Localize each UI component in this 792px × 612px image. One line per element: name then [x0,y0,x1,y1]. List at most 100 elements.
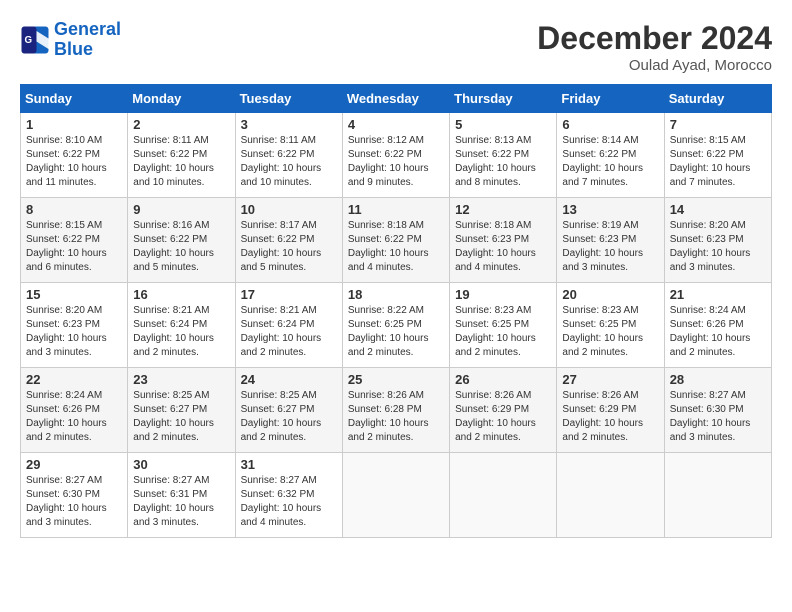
day-number: 24 [241,372,337,387]
svg-text:G: G [24,35,32,46]
day-info: Sunrise: 8:10 AM Sunset: 6:22 PM Dayligh… [26,134,122,190]
calendar-cell: 29 Sunrise: 8:27 AM Sunset: 6:30 PM Dayli… [21,453,128,538]
calendar-cell: 24 Sunrise: 8:25 AM Sunset: 6:27 PM Dayli… [235,368,342,453]
calendar-week-row: 1 Sunrise: 8:10 AM Sunset: 6:22 PM Daylig… [21,113,772,198]
calendar-cell: 22Sunrise: 8:24 AM Sunset: 6:26 PM Dayli… [21,368,128,453]
logo: G General Blue [20,20,121,60]
day-number: 6 [562,117,658,132]
calendar-cell: 26 Sunrise: 8:26 AM Sunset: 6:29 PM Dayli… [450,368,557,453]
day-info: Sunrise: 8:20 AM Sunset: 6:23 PM Dayligh… [26,304,122,360]
calendar-week-row: 29 Sunrise: 8:27 AM Sunset: 6:30 PM Dayli… [21,453,772,538]
calendar-cell [450,453,557,538]
header-day-tuesday: Tuesday [235,85,342,113]
day-number: 26 [455,372,551,387]
day-number: 15 [26,287,122,302]
day-info: Sunrise: 8:17 AM Sunset: 6:22 PM Dayligh… [241,219,337,275]
day-info: Sunrise: 8:26 AM Sunset: 6:29 PM Dayligh… [455,389,551,445]
day-number: 20 [562,287,658,302]
logo-icon: G [20,25,50,55]
calendar-cell: 3Sunrise: 8:11 AM Sunset: 6:22 PM Daylig… [235,113,342,198]
day-number: 13 [562,202,658,217]
day-info: Sunrise: 8:21 AM Sunset: 6:24 PM Dayligh… [133,304,229,360]
day-number: 31 [241,457,337,472]
calendar-cell: 1 Sunrise: 8:10 AM Sunset: 6:22 PM Daylig… [21,113,128,198]
calendar-cell: 15 Sunrise: 8:20 AM Sunset: 6:23 PM Dayli… [21,283,128,368]
header-day-monday: Monday [128,85,235,113]
day-number: 3 [241,117,337,132]
calendar-cell: 11Sunrise: 8:18 AM Sunset: 6:22 PM Dayli… [342,198,449,283]
calendar-cell [664,453,771,538]
day-number: 30 [133,457,229,472]
calendar-cell: 27Sunrise: 8:26 AM Sunset: 6:29 PM Dayli… [557,368,664,453]
header-day-sunday: Sunday [21,85,128,113]
calendar-body: 1 Sunrise: 8:10 AM Sunset: 6:22 PM Daylig… [21,113,772,538]
day-number: 5 [455,117,551,132]
header-day-wednesday: Wednesday [342,85,449,113]
day-info: Sunrise: 8:14 AM Sunset: 6:22 PM Dayligh… [562,134,658,190]
day-number: 11 [348,202,444,217]
day-info: Sunrise: 8:19 AM Sunset: 6:23 PM Dayligh… [562,219,658,275]
calendar-week-row: 15 Sunrise: 8:20 AM Sunset: 6:23 PM Dayli… [21,283,772,368]
day-info: Sunrise: 8:22 AM Sunset: 6:25 PM Dayligh… [348,304,444,360]
calendar-cell: 17Sunrise: 8:21 AM Sunset: 6:24 PM Dayli… [235,283,342,368]
calendar-cell: 21 Sunrise: 8:24 AM Sunset: 6:26 PM Dayli… [664,283,771,368]
calendar-cell [557,453,664,538]
page-header: G General Blue December 2024 Oulad Ayad,… [20,20,772,74]
day-info: Sunrise: 8:11 AM Sunset: 6:22 PM Dayligh… [133,134,229,190]
calendar-cell: 23Sunrise: 8:25 AM Sunset: 6:27 PM Dayli… [128,368,235,453]
day-info: Sunrise: 8:24 AM Sunset: 6:26 PM Dayligh… [670,304,766,360]
header-day-saturday: Saturday [664,85,771,113]
day-number: 9 [133,202,229,217]
day-number: 25 [348,372,444,387]
day-number: 16 [133,287,229,302]
calendar-table: SundayMondayTuesdayWednesdayThursdayFrid… [20,84,772,538]
day-number: 23 [133,372,229,387]
day-info: Sunrise: 8:26 AM Sunset: 6:28 PM Dayligh… [348,389,444,445]
day-number: 19 [455,287,551,302]
calendar-cell: 14 Sunrise: 8:20 AM Sunset: 6:23 PM Dayli… [664,198,771,283]
day-info: Sunrise: 8:27 AM Sunset: 6:32 PM Dayligh… [241,474,337,530]
calendar-cell: 19 Sunrise: 8:23 AM Sunset: 6:25 PM Dayli… [450,283,557,368]
day-info: Sunrise: 8:20 AM Sunset: 6:23 PM Dayligh… [670,219,766,275]
day-info: Sunrise: 8:15 AM Sunset: 6:22 PM Dayligh… [26,219,122,275]
day-number: 22 [26,372,122,387]
calendar-cell: 6 Sunrise: 8:14 AM Sunset: 6:22 PM Daylig… [557,113,664,198]
day-number: 29 [26,457,122,472]
calendar-cell [342,453,449,538]
day-number: 1 [26,117,122,132]
calendar-cell: 5 Sunrise: 8:13 AM Sunset: 6:22 PM Daylig… [450,113,557,198]
day-number: 21 [670,287,766,302]
day-info: Sunrise: 8:18 AM Sunset: 6:23 PM Dayligh… [455,219,551,275]
calendar-cell: 9Sunrise: 8:16 AM Sunset: 6:22 PM Daylig… [128,198,235,283]
day-info: Sunrise: 8:27 AM Sunset: 6:30 PM Dayligh… [670,389,766,445]
calendar-week-row: 22Sunrise: 8:24 AM Sunset: 6:26 PM Dayli… [21,368,772,453]
header-day-friday: Friday [557,85,664,113]
calendar-cell: 4 Sunrise: 8:12 AM Sunset: 6:22 PM Daylig… [342,113,449,198]
day-number: 2 [133,117,229,132]
day-info: Sunrise: 8:25 AM Sunset: 6:27 PM Dayligh… [241,389,337,445]
day-info: Sunrise: 8:12 AM Sunset: 6:22 PM Dayligh… [348,134,444,190]
day-info: Sunrise: 8:23 AM Sunset: 6:25 PM Dayligh… [455,304,551,360]
day-number: 7 [670,117,766,132]
logo-line1: General [54,19,121,39]
calendar-cell: 8 Sunrise: 8:15 AM Sunset: 6:22 PM Daylig… [21,198,128,283]
day-info: Sunrise: 8:26 AM Sunset: 6:29 PM Dayligh… [562,389,658,445]
day-info: Sunrise: 8:27 AM Sunset: 6:31 PM Dayligh… [133,474,229,530]
logo-line2: Blue [54,39,93,59]
day-info: Sunrise: 8:27 AM Sunset: 6:30 PM Dayligh… [26,474,122,530]
calendar-cell: 10Sunrise: 8:17 AM Sunset: 6:22 PM Dayli… [235,198,342,283]
day-number: 8 [26,202,122,217]
day-number: 28 [670,372,766,387]
calendar-cell: 7Sunrise: 8:15 AM Sunset: 6:22 PM Daylig… [664,113,771,198]
day-number: 12 [455,202,551,217]
day-number: 18 [348,287,444,302]
day-number: 4 [348,117,444,132]
day-number: 14 [670,202,766,217]
header-day-thursday: Thursday [450,85,557,113]
day-info: Sunrise: 8:13 AM Sunset: 6:22 PM Dayligh… [455,134,551,190]
header-row: SundayMondayTuesdayWednesdayThursdayFrid… [21,85,772,113]
calendar-cell: 25 Sunrise: 8:26 AM Sunset: 6:28 PM Dayli… [342,368,449,453]
calendar-cell: 30 Sunrise: 8:27 AM Sunset: 6:31 PM Dayli… [128,453,235,538]
day-number: 17 [241,287,337,302]
calendar-cell: 28 Sunrise: 8:27 AM Sunset: 6:30 PM Dayli… [664,368,771,453]
